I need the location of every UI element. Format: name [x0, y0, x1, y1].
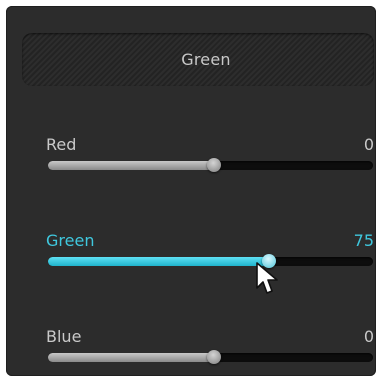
- green-slider-fill: [48, 257, 269, 266]
- green-slider-value: 75: [353, 231, 374, 250]
- blue-slider-fill: [48, 353, 214, 362]
- green-slider-track[interactable]: [48, 254, 373, 268]
- red-slider-track[interactable]: [48, 158, 373, 172]
- mouse-pointer-icon: [256, 262, 278, 294]
- selected-channel-title: Green: [181, 50, 231, 69]
- blue-slider-value: 0: [363, 327, 374, 346]
- blue-slider-label: Blue: [46, 327, 82, 346]
- red-slider-value: 0: [363, 135, 374, 154]
- color-channel-panel: Green Red 0 Green 75 Blue 0: [6, 6, 376, 376]
- red-slider-fill: [48, 161, 214, 170]
- selected-channel-header[interactable]: Green: [22, 33, 374, 86]
- green-slider-label: Green: [46, 231, 95, 250]
- red-slider-thumb[interactable]: [206, 158, 221, 172]
- red-slider-label: Red: [46, 135, 77, 154]
- blue-slider-thumb[interactable]: [206, 350, 221, 364]
- blue-slider-track[interactable]: [48, 350, 373, 364]
